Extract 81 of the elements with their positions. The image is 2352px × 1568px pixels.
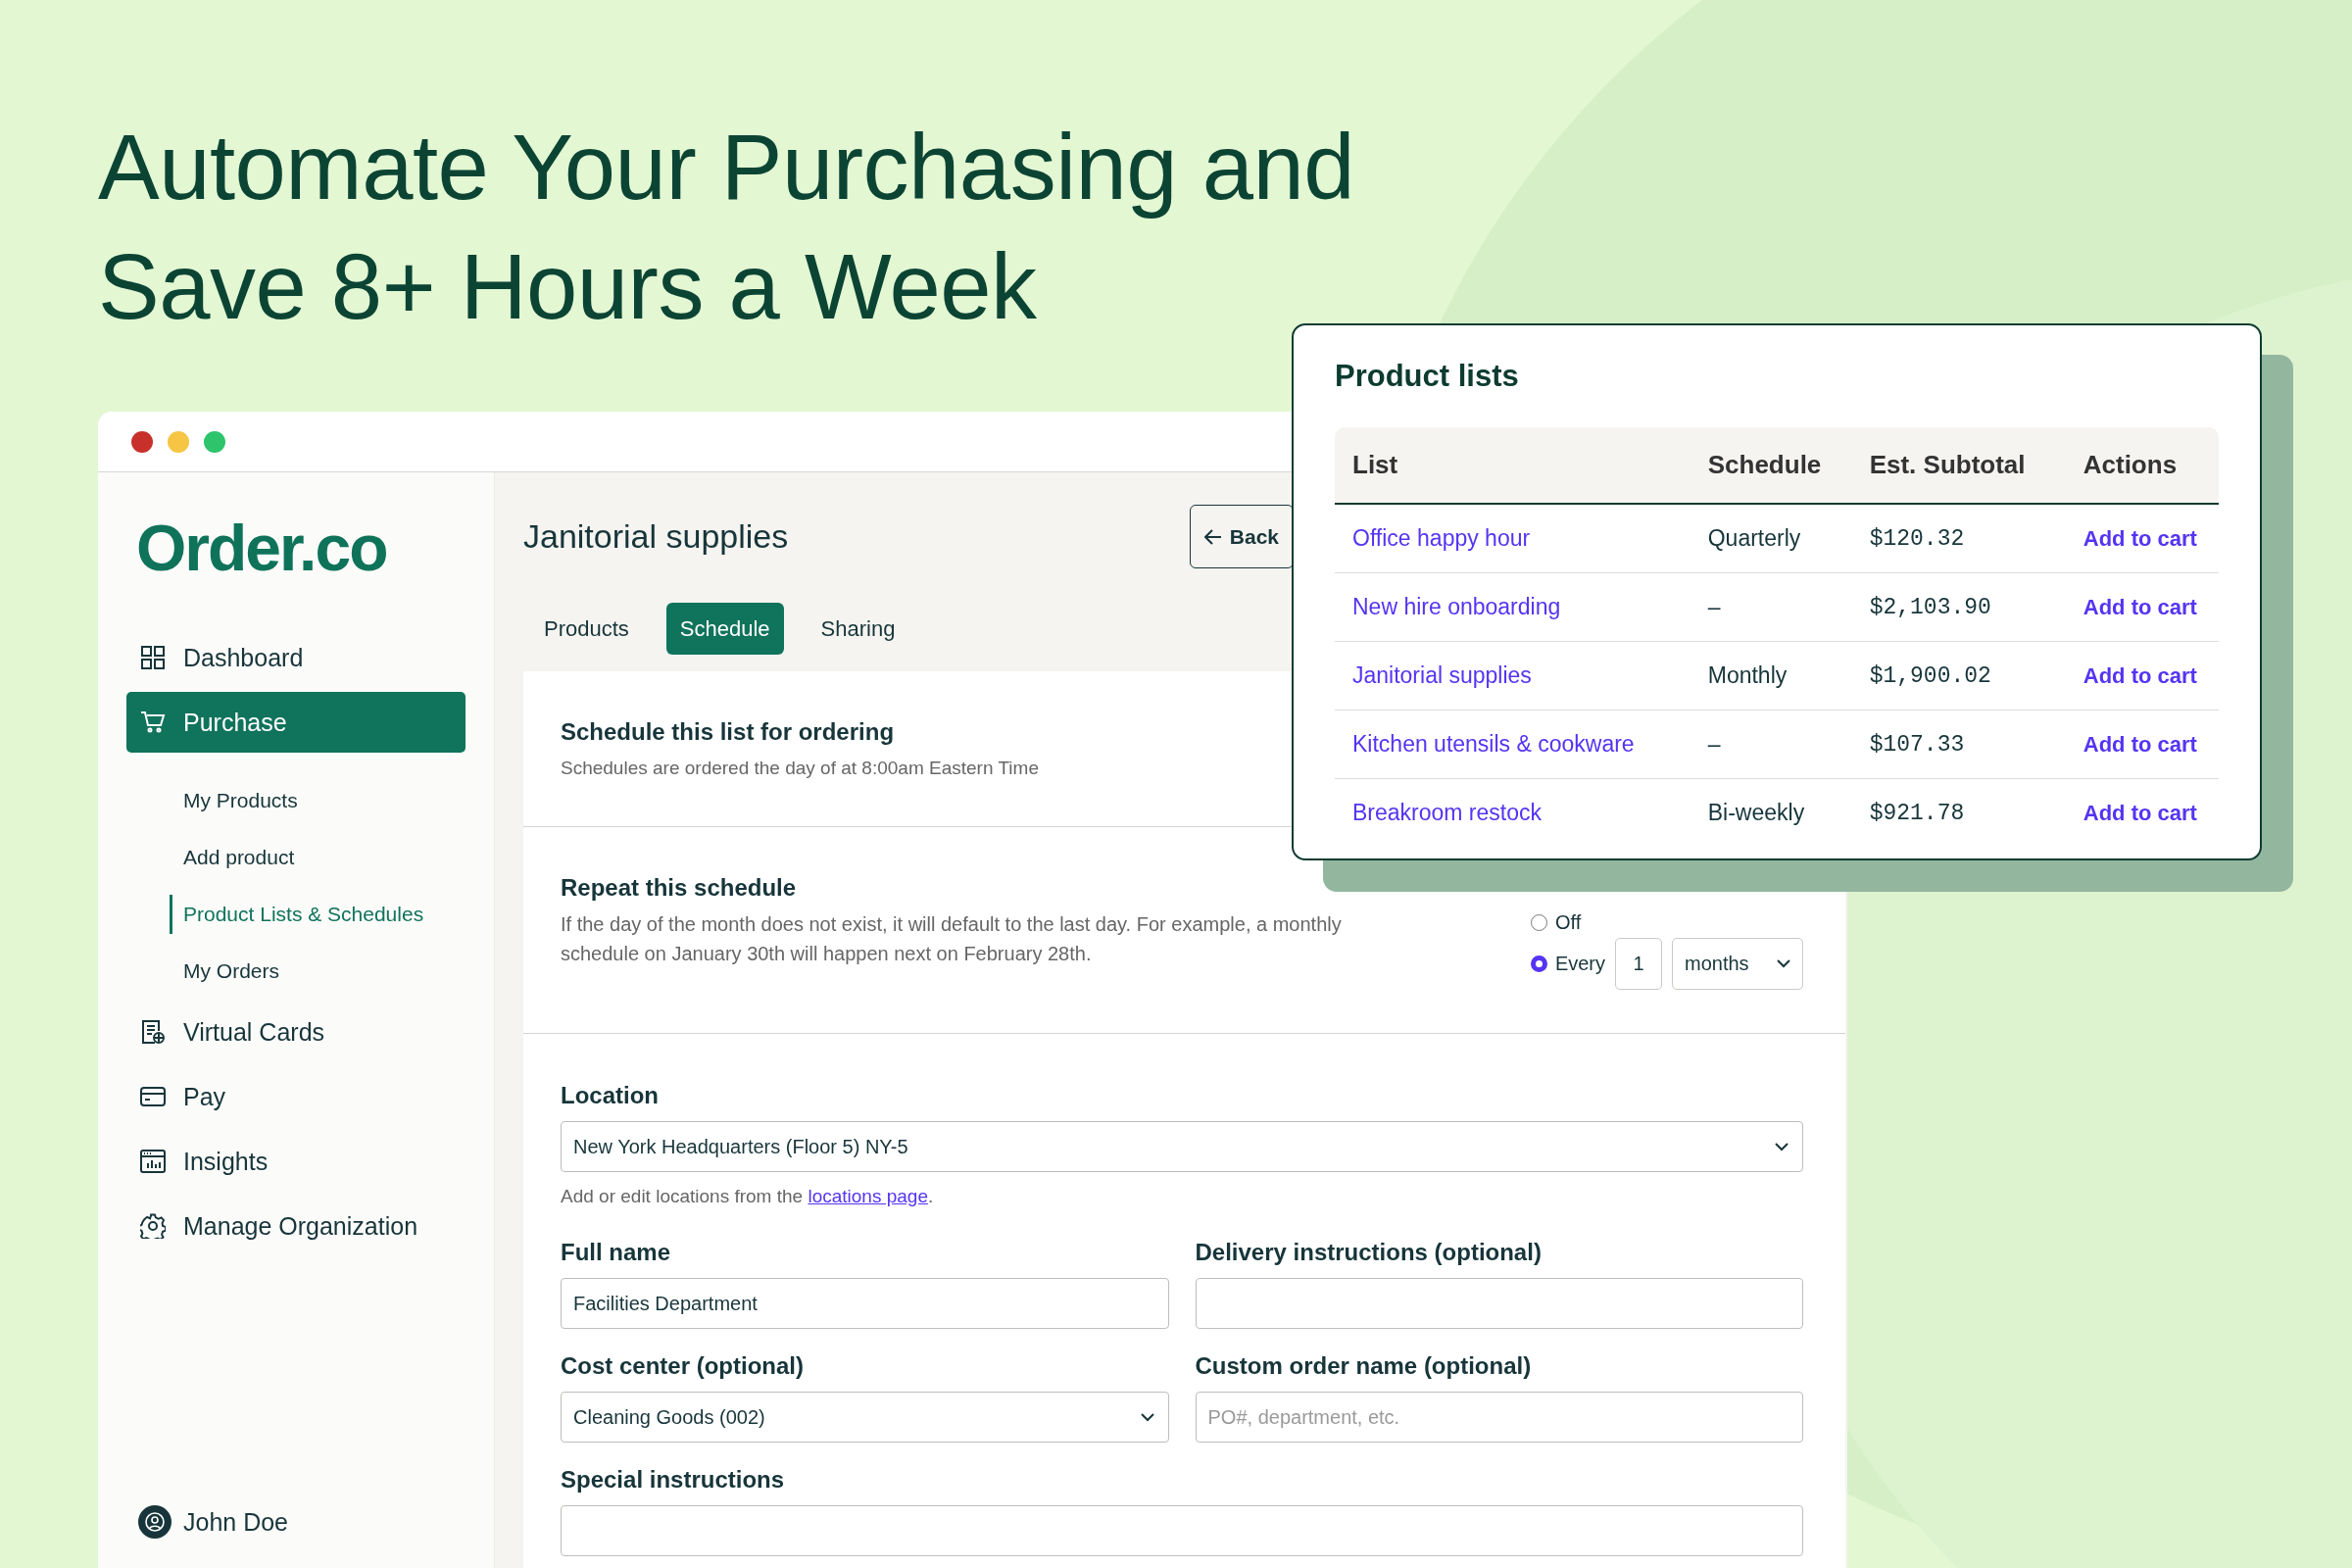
headline: Automate Your Purchasing and Save 8+ Hours a Week <box>98 115 1355 340</box>
table-cell: Quarterly <box>1707 504 1870 573</box>
input-field[interactable]: Facilities Department <box>561 1278 1169 1329</box>
column-header: Actions <box>2082 427 2219 504</box>
column-header: List <box>1335 427 1708 504</box>
radio-button[interactable] <box>1530 914 1547 931</box>
chevron-down-icon <box>1140 1412 1154 1422</box>
arrow-left-icon <box>1203 528 1222 545</box>
sidebar-subitem[interactable]: Add product <box>170 838 295 877</box>
column-header: Schedule <box>1707 427 1870 504</box>
field-label: Special instructions <box>561 1466 786 1494</box>
chevron-down-icon <box>1775 1142 1788 1152</box>
column-header: Est. Subtotal <box>1869 427 2083 504</box>
sidebar-item[interactable]: Purchase <box>126 692 466 753</box>
list-link[interactable]: Breakroom restock <box>1352 800 1542 825</box>
locations-link[interactable]: locations page <box>808 1186 928 1206</box>
section-description: Schedules are ordered the day of at 8:00am Eastern Time <box>561 757 1039 780</box>
back-button[interactable]: Back <box>1189 505 1294 568</box>
radio-button[interactable] <box>1530 956 1547 972</box>
field-label: Delivery instructions (optional) <box>1195 1239 1543 1266</box>
section-description: If the day of the month does not exist, it will default to the last day. For example, a monthly schedule on January 30th will happen next on February 28th. <box>561 912 1343 966</box>
field-label: Custom order name (optional) <box>1195 1352 1533 1380</box>
field-label: Full name <box>561 1239 672 1266</box>
cart-icon <box>140 710 166 735</box>
add-to-cart-link[interactable]: Add to cart <box>2082 801 2197 825</box>
interval-field[interactable]: 1 <box>1615 938 1662 990</box>
sidebar-subitem[interactable]: My Orders <box>170 952 279 991</box>
list-link[interactable]: Kitchen utensils & cookware <box>1352 731 1635 757</box>
avatar-icon <box>138 1505 172 1539</box>
sidebar-item[interactable]: Insights <box>126 1131 466 1192</box>
list-link[interactable]: New hire onboarding <box>1352 594 1561 619</box>
tab[interactable]: Schedule <box>665 603 784 655</box>
add-to-cart-link[interactable]: Add to cart <box>2082 526 2197 551</box>
window-control-dot <box>204 430 225 453</box>
field-label: Location <box>561 1082 660 1109</box>
sidebar-item[interactable]: Virtual Cards <box>126 1002 466 1062</box>
card-icon <box>140 1084 166 1109</box>
input-field[interactable] <box>1195 1278 1803 1329</box>
section-title: Schedule this list for ordering <box>561 718 895 746</box>
input-field[interactable] <box>561 1505 1803 1556</box>
tab[interactable]: Products <box>530 603 643 655</box>
window-control-dot <box>131 430 153 453</box>
grid-icon <box>140 645 166 670</box>
table-cell: Bi-weekly <box>1707 778 1870 847</box>
table-cell: $921.78 <box>1869 778 2083 847</box>
radio-option[interactable]: Off <box>1530 911 1605 934</box>
list-link[interactable]: Office happy hour <box>1352 525 1531 551</box>
list-link[interactable]: Janitorial supplies <box>1352 662 1532 688</box>
add-to-cart-link[interactable]: Add to cart <box>2082 732 2197 757</box>
table-cell: $1,900.02 <box>1869 641 2083 710</box>
unit-select[interactable]: months <box>1672 938 1803 990</box>
page-title: Janitorial supplies <box>523 517 789 556</box>
sidebar-subitem[interactable]: My Products <box>170 781 298 820</box>
add-to-cart-link[interactable]: Add to cart <box>2082 595 2197 619</box>
select-field[interactable]: Cleaning Goods (002) <box>561 1392 1169 1443</box>
radio-option[interactable]: Every <box>1530 953 1605 975</box>
field-label: Cost center (optional) <box>561 1352 805 1380</box>
logo: Order.co <box>136 511 387 586</box>
select-field[interactable]: New York Headquarters (Floor 5) NY-5 <box>561 1121 1803 1172</box>
sidebar-item[interactable]: Pay <box>126 1066 466 1127</box>
document-globe-icon <box>140 1019 166 1045</box>
chevron-down-icon <box>1777 959 1790 968</box>
window-control-dot <box>168 430 189 453</box>
user-name[interactable]: John Doe <box>183 1507 289 1537</box>
section-title: Repeat this schedule <box>561 874 797 902</box>
input-field[interactable]: PO#, department, etc. <box>1195 1392 1803 1443</box>
table-cell: Monthly <box>1707 641 1870 710</box>
panel-title: Product lists <box>1335 359 1520 394</box>
add-to-cart-link[interactable]: Add to cart <box>2082 663 2197 688</box>
sidebar-subitem[interactable]: Product Lists & Schedules <box>170 895 424 934</box>
tab[interactable]: Sharing <box>807 603 909 655</box>
table-cell: – <box>1707 572 1870 642</box>
table-cell: $120.32 <box>1869 504 2083 573</box>
table-cell: $107.33 <box>1869 710 2083 779</box>
sidebar-item[interactable]: Manage Organization <box>126 1196 466 1256</box>
table-cell: – <box>1707 710 1870 779</box>
settings-icon <box>140 1213 166 1239</box>
chart-icon <box>140 1149 166 1174</box>
table-cell: $2,103.90 <box>1869 572 2083 642</box>
help-text: Add or edit locations from the locations page. <box>561 1186 935 1207</box>
sidebar-item[interactable]: Dashboard <box>126 627 466 688</box>
